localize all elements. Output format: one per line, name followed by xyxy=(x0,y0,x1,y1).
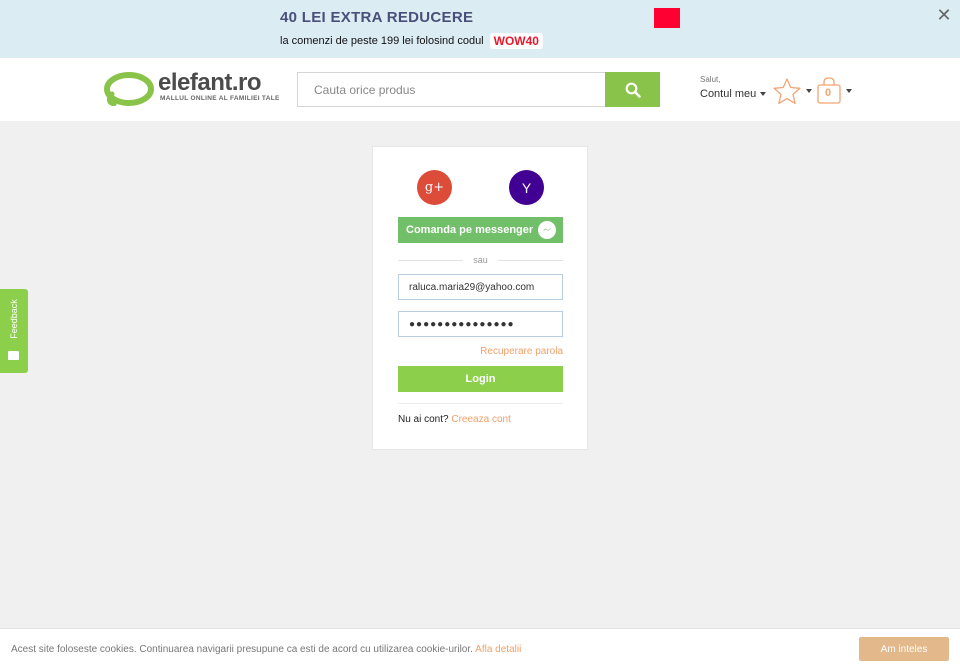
chevron-down-icon xyxy=(806,89,812,93)
chevron-down-icon xyxy=(846,89,852,93)
account-menu[interactable]: Salut, Contul meu xyxy=(700,75,772,105)
login-button[interactable]: Login xyxy=(398,366,563,392)
cookie-text: Acest site foloseste cookies. Continuare… xyxy=(11,644,473,655)
search-input[interactable] xyxy=(297,72,606,107)
search-icon xyxy=(625,82,641,98)
account-greeting: Salut, xyxy=(700,75,721,84)
google-login-button[interactable]: g+ xyxy=(417,170,452,205)
yahoo-login-button[interactable]: Y xyxy=(509,170,544,205)
messenger-order-button[interactable]: Comanda pe messenger xyxy=(398,217,563,243)
promo-title: 40 LEI EXTRA REDUCERE xyxy=(280,9,474,26)
account-label-text: Contul meu xyxy=(700,88,757,100)
email-field[interactable] xyxy=(398,274,563,300)
create-account-link[interactable]: Creeaza cont xyxy=(451,414,510,425)
feedback-tab[interactable]: Feedback xyxy=(0,289,28,373)
feedback-icon xyxy=(8,351,19,360)
star-icon xyxy=(773,78,801,105)
logo-text: elefant.ro xyxy=(158,69,262,96)
cart-button[interactable]: 0 xyxy=(816,76,856,106)
google-plus-icon: g+ xyxy=(424,180,445,195)
cookie-bar: Acest site foloseste cookies. Continuare… xyxy=(0,628,960,668)
elephant-logo-icon xyxy=(104,72,154,106)
promo-code: WOW40 xyxy=(489,33,543,49)
yahoo-icon: Y xyxy=(521,179,532,196)
cookie-accept-button[interactable]: Am inteles xyxy=(859,637,949,661)
site-logo[interactable]: elefant.ro MALLUL ONLINE AL FAMILIEI TAL… xyxy=(104,69,279,110)
card-separator xyxy=(398,403,563,404)
site-header: elefant.ro MALLUL ONLINE AL FAMILIEI TAL… xyxy=(0,58,960,121)
feedback-label: Feedback xyxy=(9,299,19,339)
promo-badge[interactable] xyxy=(654,8,680,28)
no-account-text: Nu ai cont? xyxy=(398,414,449,425)
chevron-down-icon xyxy=(760,92,767,96)
account-label: Contul meu xyxy=(700,88,772,100)
or-divider: sau xyxy=(398,253,564,267)
recover-password-link[interactable]: Recuperare parola xyxy=(477,346,563,357)
promo-subtitle-text: la comenzi de peste 199 lei folosind cod… xyxy=(280,35,484,47)
search-button[interactable] xyxy=(605,72,660,107)
signup-prompt: Nu ai cont? Creeaza cont xyxy=(398,414,511,425)
promo-banner: 40 LEI EXTRA REDUCERE la comenzi de pest… xyxy=(0,0,960,58)
cookie-message: Acest site foloseste cookies. Continuare… xyxy=(11,644,521,655)
login-card: g+ Y Comanda pe messenger sau Recuperare… xyxy=(372,146,588,450)
password-field[interactable] xyxy=(398,311,563,337)
messenger-label: Comanda pe messenger xyxy=(406,224,534,236)
messenger-icon xyxy=(538,221,556,239)
logo-tagline: MALLUL ONLINE AL FAMILIEI TALE xyxy=(160,95,280,102)
promo-subtitle: la comenzi de peste 199 lei folosind cod… xyxy=(280,33,543,49)
cookie-details-link[interactable]: Afla detalii xyxy=(475,644,521,655)
cart-count: 0 xyxy=(824,87,832,99)
divider-label: sau xyxy=(473,255,488,265)
wishlist-button[interactable] xyxy=(772,76,812,106)
close-icon[interactable]: ✕ xyxy=(936,6,952,24)
